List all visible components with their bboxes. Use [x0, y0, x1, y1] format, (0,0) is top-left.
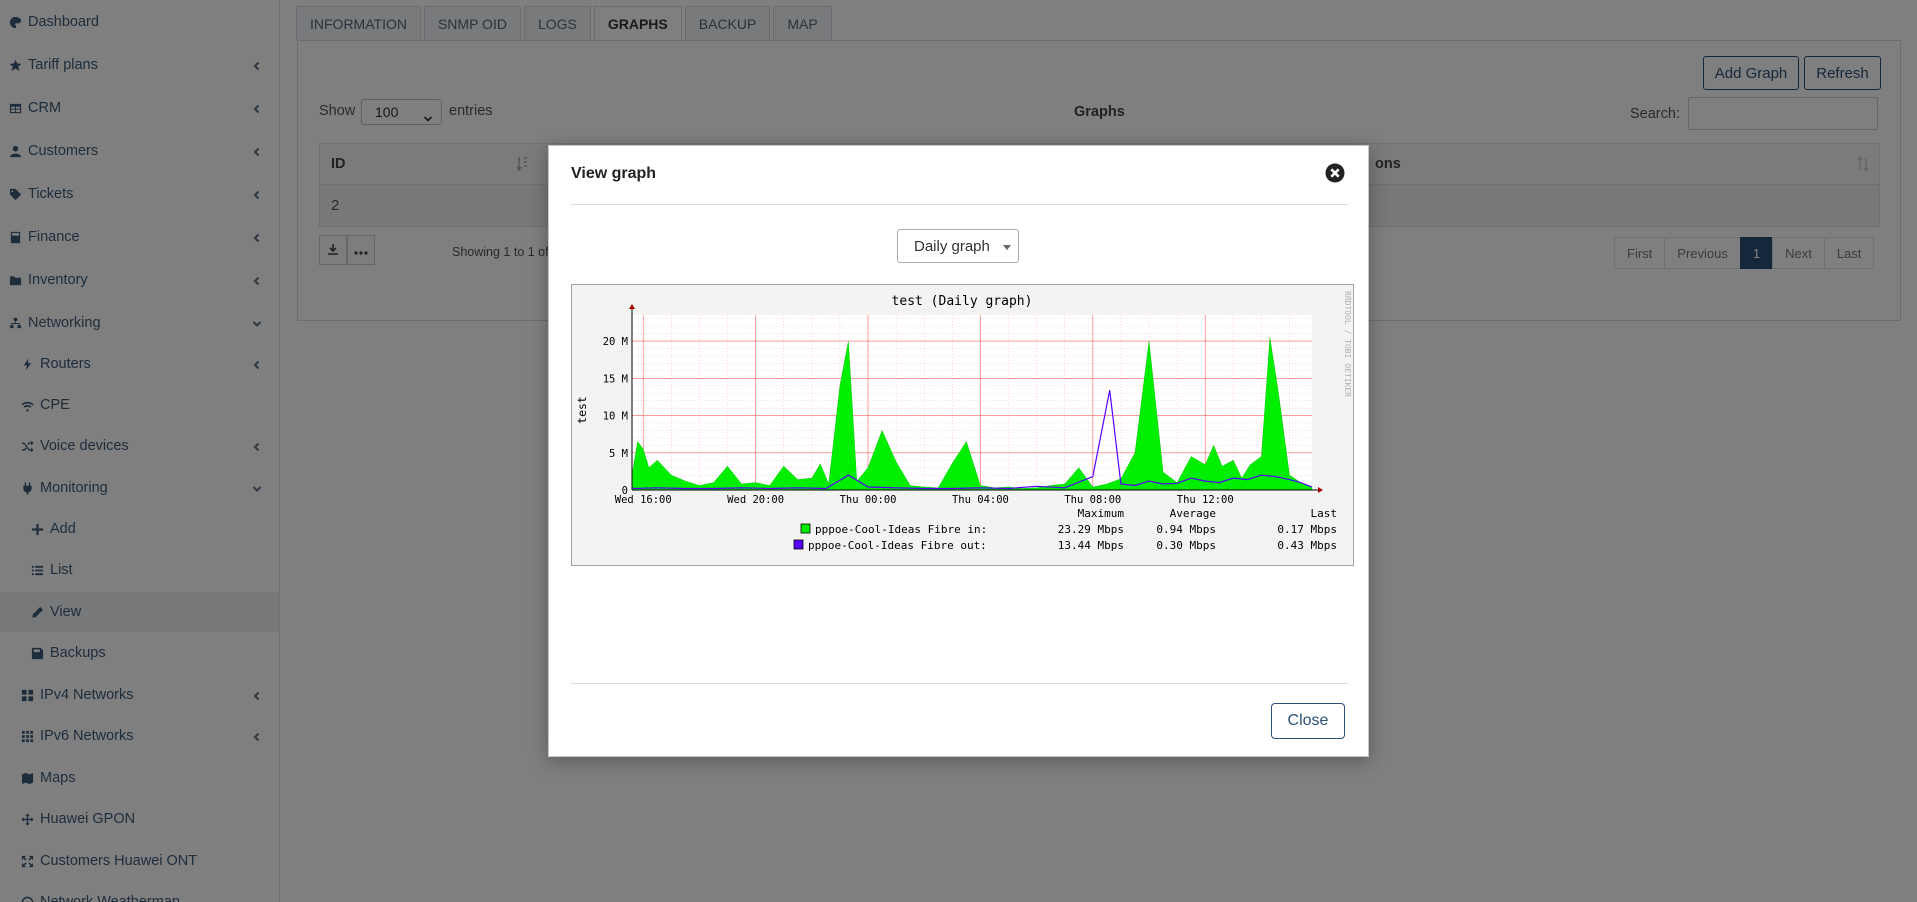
legend-last: 0.17 Mbps — [1277, 523, 1337, 536]
legend-average: 0.94 Mbps — [1156, 523, 1216, 536]
x-tick-label: Thu 00:00 — [840, 494, 897, 506]
x-tick-label: Thu 08:00 — [1064, 494, 1121, 506]
modal-title: View graph — [571, 165, 657, 182]
graph-image: test (Daily graph) test RRDTOOL / TOBI OET… — [571, 284, 1354, 566]
legend-swatch — [800, 523, 811, 534]
x-tick-label: Thu 04:00 — [952, 494, 1009, 506]
y-axis-arrow — [629, 304, 635, 309]
legend-maximum: 13.44 Mbps — [1058, 539, 1124, 552]
close-icon[interactable] — [1325, 163, 1345, 183]
modal-divider — [571, 683, 1348, 684]
legend-swatch — [793, 539, 804, 550]
legend-series-name: pppoe-Cool-Ideas Fibre in: — [815, 523, 987, 536]
legend-header: Average — [1170, 507, 1216, 520]
legend-series-name: pppoe-Cool-Ideas Fibre out: — [808, 539, 987, 552]
x-axis-arrow — [1318, 487, 1323, 493]
y-tick-label: 15 M — [603, 373, 628, 385]
modal-divider — [571, 204, 1348, 205]
y-tick-label: 10 M — [603, 411, 628, 423]
graph-period-select[interactable]: Daily graph — [897, 229, 1019, 263]
chart-watermark: RRDTOOL / TOBI OETIKER — [1343, 291, 1352, 397]
graph-period-value: Daily graph — [914, 237, 990, 255]
chart-title: test (Daily graph) — [892, 294, 1033, 309]
y-tick-label: 5 M — [609, 448, 628, 460]
legend-header: Last — [1311, 507, 1338, 520]
caret-down-icon — [1003, 245, 1011, 250]
x-tick-label: Thu 12:00 — [1177, 494, 1234, 506]
legend-maximum: 23.29 Mbps — [1058, 523, 1124, 536]
x-tick-label: Wed 16:00 — [615, 494, 672, 506]
legend-header: Maximum — [1078, 507, 1125, 520]
close-button[interactable]: Close — [1271, 703, 1345, 739]
legend-average: 0.30 Mbps — [1156, 539, 1216, 552]
view-graph-modal: View graph Daily graph test (Daily graph… — [548, 145, 1369, 757]
traffic-chart: test (Daily graph) test RRDTOOL / TOBI OET… — [575, 291, 1352, 552]
legend-last: 0.43 Mbps — [1277, 539, 1337, 552]
y-tick-label: 20 M — [603, 336, 628, 348]
x-tick-label: Wed 20:00 — [727, 494, 784, 506]
y-axis-label: test — [575, 396, 589, 424]
